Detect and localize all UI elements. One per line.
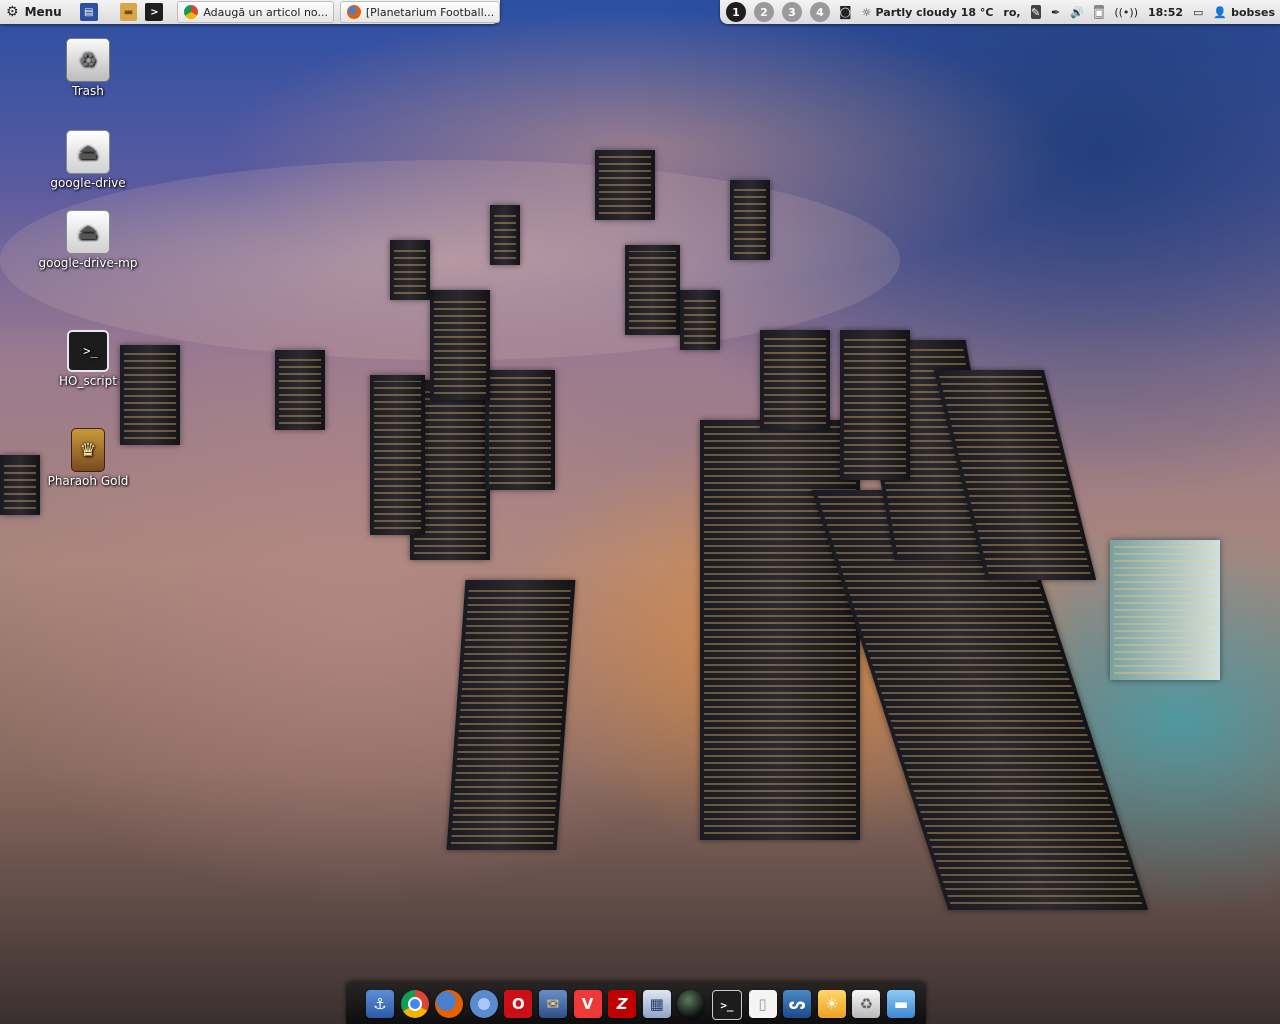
game-icon: ♛ (71, 428, 105, 472)
display-icon[interactable]: ▭ (1193, 6, 1203, 19)
desktop-icon-label: Pharaoh Gold (47, 474, 129, 488)
terminal-icon: > (150, 6, 159, 18)
dock-opera[interactable]: O (504, 990, 533, 1018)
notes-icon[interactable]: ✎ (1030, 5, 1041, 19)
dock-vivaldi[interactable]: V (573, 990, 602, 1018)
anchor-icon: ⚓ (373, 995, 387, 1013)
terminal-icon: >_ (720, 998, 734, 1012)
drive-eject-icon: ⏏ (66, 130, 110, 174)
pen-icon[interactable]: ✒ (1051, 6, 1060, 19)
save-icon: ▦ (649, 995, 664, 1013)
chrome-icon (184, 5, 199, 19)
steam-icon: ᔕ (788, 995, 806, 1013)
system-monitor-launcher[interactable]: ▤ (79, 3, 98, 21)
menu-button[interactable]: ⚙ Menu (0, 0, 70, 24)
weather-text: Partly cloudy 18 °C (875, 5, 994, 19)
folder-icon: ▬ (123, 6, 134, 18)
dock-monitor[interactable]: ▬ (886, 990, 915, 1018)
dock-chrome[interactable] (400, 990, 429, 1018)
gear-icon: ⚙ (6, 4, 19, 20)
user-icon: 👤 (1213, 5, 1228, 19)
terminal-icon: >_ (67, 330, 109, 372)
user-menu[interactable]: 👤 bobses (1213, 6, 1275, 19)
dock-anchor[interactable]: ⚓ (366, 990, 394, 1018)
dock-chromium[interactable] (469, 990, 498, 1018)
dock: ⚓ O ✉ V Z ▦ >_ ▯ ᔕ ☀ ♻ ▬ (346, 982, 926, 1024)
dock-weather[interactable]: ☀ (817, 990, 846, 1018)
screenshot-icon[interactable]: ◙ (839, 5, 852, 20)
desktop-icon-trash[interactable]: ♻ Trash (38, 38, 138, 98)
keyboard-layout[interactable]: ro, (1003, 6, 1020, 19)
top-panel: ⚙ Menu ▤ ▬ > Adaugă un articol no... [Pl… (0, 0, 1280, 24)
user-name: bobses (1231, 5, 1275, 19)
dock-steam[interactable]: ᔕ (783, 990, 812, 1018)
task-firefox[interactable]: [Planetarium Football... (339, 1, 500, 23)
panel-right: 1 2 3 4 ◙ ☼ Partly cloudy 18 °C ro, ✎ ✒ … (720, 0, 1280, 24)
removable-drive-icon[interactable]: ▣ (1093, 5, 1105, 19)
workspace-2[interactable]: 2 (754, 2, 774, 22)
clock[interactable]: 18:52 (1148, 6, 1183, 19)
dock-filezilla[interactable]: Z (608, 990, 637, 1018)
dock-document[interactable]: ▯ (748, 990, 777, 1018)
workspace-4[interactable]: 4 (810, 2, 830, 22)
weather-sun-icon: ☼ (861, 5, 872, 19)
network-wireless-icon[interactable]: ((•)) (1114, 6, 1138, 19)
dock-trash[interactable]: ♻ (852, 990, 881, 1018)
dock-globe[interactable] (677, 990, 706, 1018)
desktop-icon-google-drive-mp[interactable]: ⏏ google-drive-mp (38, 210, 138, 270)
desktop-icon-ho-script[interactable]: >_ HO_script (38, 330, 138, 388)
menu-label: Menu (24, 5, 62, 19)
dock-terminal[interactable]: >_ (711, 990, 742, 1020)
monitor-icon: ▤ (83, 6, 94, 18)
weather-applet[interactable]: ☼ Partly cloudy 18 °C (862, 6, 994, 19)
workspace-switcher: 1 2 3 4 (722, 2, 834, 22)
dock-firefox[interactable] (435, 990, 464, 1018)
panel-left: ⚙ Menu ▤ ▬ > Adaugă un articol no... [Pl… (0, 0, 500, 24)
desktop-icon-label: Trash (72, 84, 104, 98)
weather-icon: ☀ (824, 995, 839, 1013)
filezilla-icon: Z (616, 995, 628, 1013)
desktop-icon-label: HO_script (59, 374, 117, 388)
trash-icon: ♻ (66, 38, 110, 82)
trash-icon: ♻ (859, 995, 874, 1013)
drive-eject-icon: ⏏ (66, 210, 110, 254)
task-chrome[interactable]: Adaugă un articol no... (177, 1, 334, 23)
workspace-3[interactable]: 3 (782, 2, 802, 22)
desktop-icon-label: google-drive (50, 176, 126, 190)
document-icon: ▯ (758, 995, 767, 1013)
dock-save[interactable]: ▦ (642, 990, 671, 1018)
desktop-icon-pharaoh-gold[interactable]: ♛ Pharaoh Gold (38, 428, 138, 488)
terminal-launcher[interactable]: > (145, 3, 164, 21)
task-title: [Planetarium Football... (365, 5, 495, 19)
file-manager-launcher[interactable]: ▬ (119, 3, 138, 21)
vivaldi-icon: V (581, 995, 594, 1013)
task-title: Adaugă un articol no... (203, 5, 328, 19)
firefox-icon (346, 5, 361, 19)
volume-icon[interactable]: 🔊 (1070, 6, 1084, 19)
wallpaper (0, 0, 1280, 1024)
desktop-icon-label: google-drive-mp (38, 256, 138, 270)
dock-thunderbird[interactable]: ✉ (538, 990, 567, 1018)
thunderbird-icon: ✉ (546, 995, 560, 1013)
opera-icon: O (511, 995, 525, 1013)
workspace-1[interactable]: 1 (726, 2, 746, 22)
desktop-icon-google-drive[interactable]: ⏏ google-drive (38, 130, 138, 190)
chrome-icon (407, 997, 422, 1011)
monitor-icon: ▬ (893, 995, 908, 1013)
